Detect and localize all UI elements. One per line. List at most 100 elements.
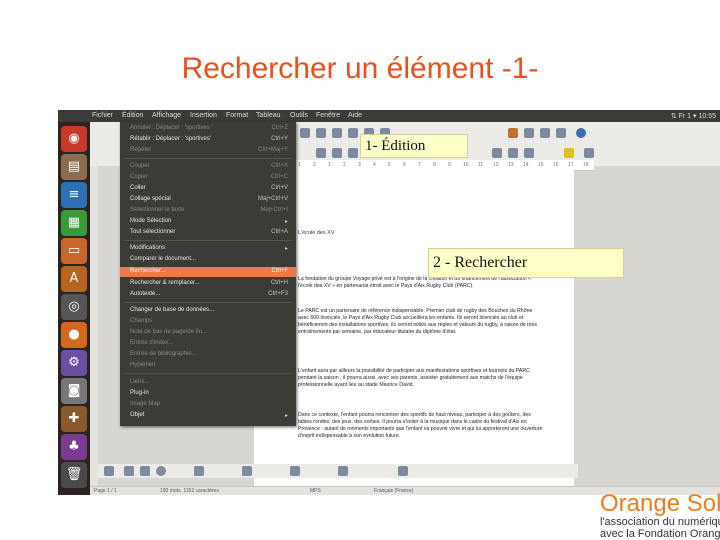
document-paragraph: L'enfant aura par ailleurs la possibilit… (298, 368, 530, 388)
align-center-icon[interactable] (508, 148, 518, 158)
menu-separator (124, 240, 292, 241)
menu-item-hyperlien[interactable]: Hyperlien (120, 361, 296, 371)
settings-icon[interactable]: ⚙ (61, 350, 87, 376)
menu-item-objet[interactable]: Objet ▸ (120, 411, 296, 421)
font-color-icon[interactable] (316, 148, 326, 158)
menu-item-entree-bibliographie[interactable]: Entrée de bibliographie... (120, 350, 296, 360)
ruler-tick: 18 (583, 162, 589, 168)
trash-icon[interactable]: 🗑 (61, 462, 87, 488)
ellipse-tool-icon[interactable] (156, 466, 166, 476)
brand-logo: Orange Solid (600, 490, 720, 517)
callouts-icon[interactable] (338, 466, 348, 476)
menu-format[interactable]: Format (226, 112, 248, 119)
menu-fenetre[interactable]: Fenêtre (316, 112, 340, 119)
image-icon[interactable] (524, 128, 534, 138)
menu-separator (124, 373, 292, 374)
help-icon[interactable] (576, 128, 586, 138)
ubuntu-dash-icon[interactable]: ◉ (61, 126, 87, 152)
menu-item-note-bas-page[interactable]: Note de bas de page/de fin... (120, 328, 296, 338)
menu-item-plugin[interactable]: Plug-in (120, 389, 296, 399)
paste-icon[interactable] (316, 128, 326, 138)
special-char-icon[interactable] (556, 128, 566, 138)
slide-title: Rechercher un élément -1- (181, 52, 539, 85)
bold-icon[interactable] (332, 148, 342, 158)
arrows-icon[interactable] (290, 466, 300, 476)
chrome-icon[interactable]: ◎ (61, 294, 87, 320)
shapes-icon[interactable] (242, 466, 252, 476)
chart-icon[interactable] (540, 128, 550, 138)
menu-item-rechercher[interactable]: Rechercher... Ctrl+F (120, 267, 296, 277)
redo-icon[interactable] (348, 128, 358, 138)
menu-item-mode-selection[interactable]: Mode Sélection ▸ (120, 217, 296, 227)
launcher: ◉ ▤ ≡ ▦ ▭ A ◎ ● ⚙ ◙ ✚ ♣ 🗑 (58, 122, 90, 495)
system-tray[interactable]: ⇅ Fr 1 ▾ 10:55 (671, 112, 716, 120)
language[interactable]: Français (France) (374, 488, 413, 494)
menu-item-collage-special[interactable]: Collage spécial Maj+Ctrl+V (120, 195, 296, 205)
menu-item-modifications[interactable]: Modifications ▸ (120, 244, 296, 254)
menu-item-copier[interactable]: Copier Ctrl+C (120, 173, 296, 183)
edit-menu: Annuler : Déplacer : 'sportives ' Ctrl+Z … (120, 122, 296, 426)
menu-item-annuler[interactable]: Annuler : Déplacer : 'sportives ' Ctrl+Z (120, 124, 296, 134)
menu-outils[interactable]: Outils (290, 112, 308, 119)
firefox-icon[interactable]: ● (61, 322, 87, 348)
page-count: Page 1 / 1 (94, 488, 117, 494)
fontwork-icon[interactable] (194, 466, 204, 476)
menu-item-comparer[interactable]: Comparer le document... (120, 255, 296, 265)
files-icon[interactable]: ▤ (61, 154, 87, 180)
stars-icon[interactable] (398, 466, 408, 476)
menu-item-couper[interactable]: Couper Ctrl+X (120, 162, 296, 172)
impress-icon[interactable]: ▭ (61, 238, 87, 264)
document-paragraph: Dans ce contexte, l'enfant pourra rencon… (298, 412, 543, 439)
select-tool-icon[interactable] (104, 466, 114, 476)
menu-separator (124, 158, 292, 159)
menu-item-autotexte[interactable]: Autotexte... Ctrl+F3 (120, 290, 296, 300)
callout-rechercher: 2 - Rechercher (428, 248, 624, 278)
menu-item-liens[interactable]: Liens... (120, 378, 296, 388)
menu-item-tout-selectionner[interactable]: Tout sélectionner Ctrl+A (120, 228, 296, 238)
undo-icon[interactable] (332, 128, 342, 138)
align-left-icon[interactable] (492, 148, 502, 158)
word-count: 190 mots, 1152 caractères (160, 488, 219, 494)
software-icon[interactable]: A (61, 266, 87, 292)
menu-item-changer-base[interactable]: Changer de base de données... (120, 306, 296, 316)
menubar: Fichier Édition Affichage Insertion Form… (58, 110, 720, 122)
menu-separator (124, 302, 292, 303)
document-heading: L'école des XV (298, 230, 335, 236)
menu-item-retablir[interactable]: Rétablir : Déplacer : 'sportives' Ctrl+Y (120, 135, 296, 145)
copy-format-icon[interactable] (300, 128, 310, 138)
highlight-icon[interactable] (564, 148, 574, 158)
menu-affichage[interactable]: Affichage (152, 112, 181, 119)
menu-item-repeter[interactable]: Répéter Ctrl+Maj+Y (120, 146, 296, 156)
drawing-toolbar (98, 464, 578, 478)
line-tool-icon[interactable] (124, 466, 134, 476)
page-style: MPS (310, 488, 321, 494)
menu-item-coller[interactable]: Coller Ctrl+V (120, 184, 296, 194)
calc-icon[interactable]: ▦ (61, 210, 87, 236)
menu-aide[interactable]: Aide (348, 112, 362, 119)
callout-edition: 1- Édition (360, 134, 468, 158)
italic-icon[interactable] (348, 148, 358, 158)
menu-edition[interactable]: Édition (122, 112, 143, 119)
brand-tagline-line1: l'association du numériqu (600, 516, 720, 528)
table-icon[interactable] (508, 128, 518, 138)
brand-tagline: l'association du numériqu avec la Fondat… (600, 516, 720, 540)
menu-item-image-map[interactable]: Image Map (120, 400, 296, 410)
camera-icon[interactable]: ◙ (61, 378, 87, 404)
menu-insertion[interactable]: Insertion (190, 112, 217, 119)
menu-fichier[interactable]: Fichier (92, 112, 113, 119)
vertical-ruler (90, 166, 98, 486)
background-color-icon[interactable] (584, 148, 594, 158)
menu-item-rechercher-remplacer[interactable]: Rechercher & remplacer... Ctrl+H (120, 279, 296, 289)
brand-tagline-line2: avec la Fondation Orange (600, 528, 720, 540)
game-icon[interactable]: ♣ (61, 434, 87, 460)
writer-icon[interactable]: ≡ (61, 182, 87, 208)
align-right-icon[interactable] (524, 148, 534, 158)
tools-icon[interactable]: ✚ (61, 406, 87, 432)
menu-item-champs[interactable]: Champs (120, 317, 296, 327)
menu-item-selectionner-texte[interactable]: Sélectionner le texte Maj+Ctrl+I (120, 206, 296, 216)
menu-item-entree-index[interactable]: Entrée d'index... (120, 339, 296, 349)
document-paragraph: Le PARC est un partenaire de référence i… (298, 308, 537, 335)
screenshot: Fichier Édition Affichage Insertion Form… (58, 110, 720, 495)
menu-tableau[interactable]: Tableau (256, 112, 281, 119)
rectangle-tool-icon[interactable] (140, 466, 150, 476)
